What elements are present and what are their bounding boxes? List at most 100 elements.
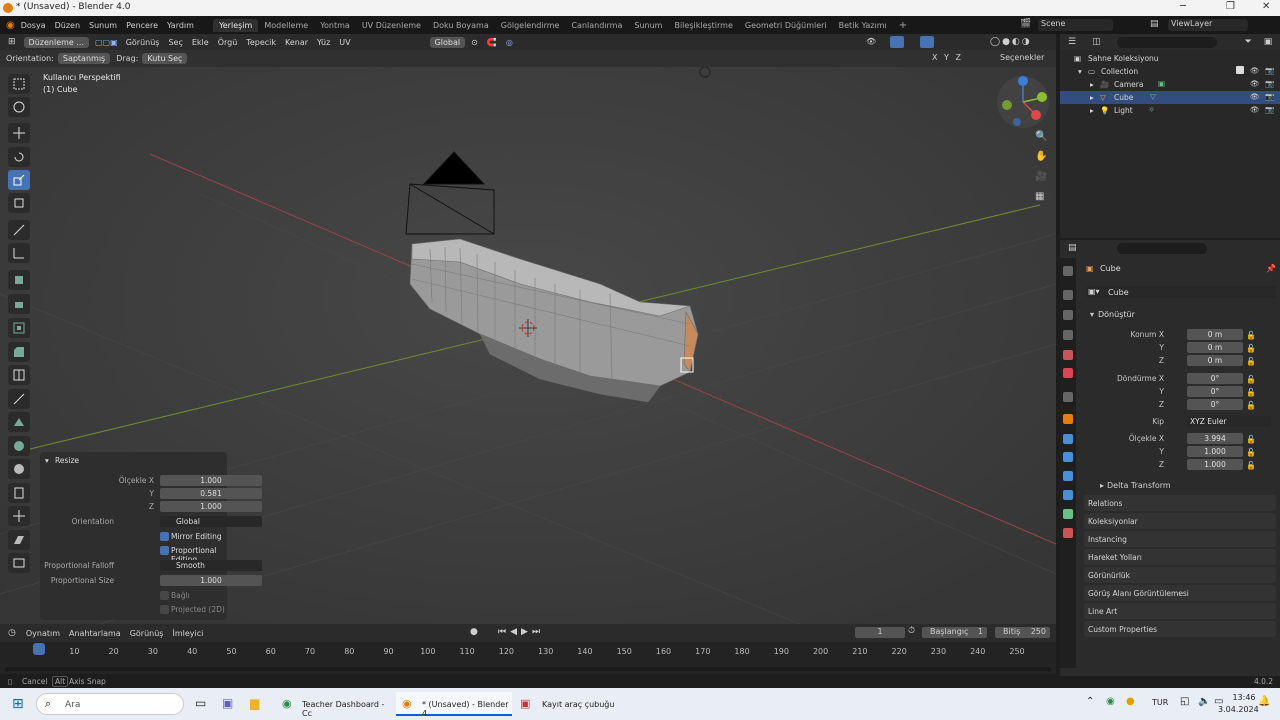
- outliner-item-light[interactable]: ▸ 💡 Light ☼ 👁 📷: [1060, 104, 1280, 117]
- location-y-field[interactable]: 0 m: [1187, 342, 1243, 353]
- tab-shading[interactable]: Gölgelendirme: [495, 19, 566, 32]
- menu-timeline-view[interactable]: Görünüş: [130, 629, 164, 638]
- rotation-x-field[interactable]: 0°: [1187, 373, 1243, 384]
- tool-spin[interactable]: [8, 436, 30, 456]
- tab-animation[interactable]: Canlandırma: [565, 19, 628, 32]
- render-camera-icon[interactable]: 📷: [1265, 92, 1274, 101]
- tool-extrude[interactable]: [8, 294, 30, 314]
- chevron-right-icon[interactable]: ▸: [1090, 93, 1094, 102]
- view-layer-selector[interactable]: ViewLayer: [1168, 19, 1248, 31]
- windows-start-icon[interactable]: ⊞: [12, 696, 24, 712]
- pivot-icon[interactable]: ⊙: [471, 38, 478, 47]
- language-indicator[interactable]: TUR: [1152, 698, 1168, 707]
- tool-move[interactable]: [8, 123, 30, 143]
- tab-geometry-nodes[interactable]: Geometri Düğümleri: [739, 19, 833, 32]
- menu-help[interactable]: Yardım: [167, 21, 194, 30]
- scene-selector[interactable]: Scene: [1038, 19, 1113, 31]
- end-frame-field[interactable]: Bitiş 250: [995, 627, 1050, 638]
- filter-icon[interactable]: ⏷: [1245, 37, 1252, 47]
- delta-transform-section[interactable]: Delta Transform: [1107, 481, 1171, 490]
- select-mode-icons[interactable]: ▢▢▣: [95, 38, 118, 47]
- mode-selector[interactable]: Düzenleme ...: [23, 36, 89, 48]
- outliner-scene-collection[interactable]: ▣ Sahne Koleksiyonu: [1060, 52, 1280, 65]
- transform-orientation-selector[interactable]: Global: [429, 36, 466, 48]
- clock-date[interactable]: 3.04.2024: [1218, 705, 1259, 714]
- start-frame-field[interactable]: Başlangıç 1: [922, 627, 987, 638]
- chevron-right-icon[interactable]: ▸: [1090, 80, 1094, 89]
- tool-poly-build[interactable]: [8, 412, 30, 432]
- taskbar-app-blender[interactable]: ◉ * (Unsaved) - Blender 4.: [396, 692, 512, 718]
- view-layer-icon[interactable]: ▤: [1150, 19, 1159, 29]
- menu-marker[interactable]: İmleyici: [172, 629, 203, 638]
- mirror-editing-checkbox[interactable]: [160, 532, 169, 541]
- output-tab-icon[interactable]: [1063, 310, 1073, 320]
- object-name-field[interactable]: ▣▾ Cube: [1086, 286, 1276, 298]
- menu-keying[interactable]: Anahtarlama: [69, 629, 121, 638]
- mirror-axes[interactable]: X Y Z: [932, 53, 963, 62]
- tool-add-cube[interactable]: [8, 270, 30, 290]
- object-tab-icon[interactable]: [1063, 414, 1073, 424]
- material-tab-icon[interactable]: [1063, 528, 1073, 538]
- eye-icon[interactable]: 👁: [1250, 66, 1260, 75]
- zoom-icon[interactable]: 🔍: [1035, 131, 1047, 142]
- rotation-z-field[interactable]: 0°: [1187, 399, 1243, 410]
- scene-tab-icon[interactable]: [1063, 350, 1073, 360]
- visibility-icon[interactable]: 👁: [866, 37, 876, 46]
- particles-tab-icon[interactable]: [1063, 452, 1073, 462]
- proportional-size-field[interactable]: 1.000: [160, 575, 262, 586]
- volume-icon[interactable]: 🔈: [1198, 696, 1210, 707]
- tool-measure[interactable]: [8, 243, 30, 263]
- record-icon[interactable]: ●: [470, 627, 478, 637]
- tool-edge-slide[interactable]: [8, 483, 30, 503]
- gizmo-toggle-icon[interactable]: [890, 36, 904, 48]
- menu-window[interactable]: Pencere: [126, 21, 158, 30]
- mesh-data-icon[interactable]: ▽: [1150, 92, 1156, 101]
- scale-lock-icons[interactable]: 🔓 🔓 🔓: [1246, 433, 1256, 472]
- options-dropdown[interactable]: Seçenekler: [1000, 53, 1044, 62]
- eye-icon[interactable]: 👁: [1250, 92, 1260, 101]
- add-workspace-icon[interactable]: +: [893, 18, 913, 33]
- current-frame-field[interactable]: 1: [855, 627, 905, 638]
- pan-hand-icon[interactable]: ✋: [1035, 151, 1047, 162]
- 3d-viewport[interactable]: ⊞ Düzenleme ... ▢▢▣ Görünüş Seç Ekle Örg…: [0, 34, 1056, 624]
- rotation-lock-icons[interactable]: 🔓 🔓 🔓: [1246, 373, 1256, 412]
- camera-view-icon[interactable]: 🎥: [1035, 171, 1047, 182]
- file-explorer-icon[interactable]: ▆: [250, 696, 259, 710]
- tab-texture-paint[interactable]: Doku Boyama: [427, 19, 495, 32]
- view-layer-tab-icon[interactable]: [1063, 330, 1073, 340]
- tool-loop-cut[interactable]: [8, 365, 30, 385]
- tab-scripting[interactable]: Betik Yazımı: [833, 19, 893, 32]
- taskbar-app-chrome[interactable]: ◉ Teacher Dashboard - Cc: [278, 692, 390, 718]
- menu-vertex[interactable]: Tepecik: [246, 38, 276, 47]
- panel-collapse-icon[interactable]: ▾: [45, 456, 49, 465]
- editor-type-icon[interactable]: ⊞: [8, 37, 16, 47]
- tab-layout[interactable]: Yerleşim: [212, 18, 259, 32]
- grid-view-icon[interactable]: ▦: [1035, 191, 1044, 202]
- menu-uv[interactable]: UV: [339, 38, 350, 47]
- outliner-item-camera[interactable]: ▸ 🎥 Camera ▣ 👁 📷: [1060, 78, 1280, 91]
- scale-x-field[interactable]: 3.994: [1187, 433, 1243, 444]
- outliner-item-cube[interactable]: ▸ ▽ Cube ▽ 👁 📷: [1060, 91, 1280, 104]
- menu-edge[interactable]: Kenar: [285, 38, 308, 47]
- teams-icon[interactable]: ▣: [222, 696, 233, 710]
- chevron-right-icon[interactable]: ▸: [1090, 106, 1094, 115]
- transform-chevron-icon[interactable]: ▾: [1090, 310, 1094, 319]
- tab-sculpting[interactable]: Yontma: [314, 19, 356, 32]
- menu-view[interactable]: Görünüş: [126, 38, 160, 47]
- tool-tab-icon[interactable]: [1063, 266, 1073, 276]
- light-data-icon[interactable]: ☼: [1148, 105, 1155, 114]
- blender-menu-icon[interactable]: ◉: [6, 20, 15, 31]
- menu-render[interactable]: Sunum: [89, 21, 117, 30]
- tool-annotate[interactable]: [8, 220, 30, 240]
- minimize-icon[interactable]: ─: [1180, 1, 1186, 12]
- render-camera-icon[interactable]: 📷: [1265, 105, 1274, 114]
- new-collection-icon[interactable]: ▣: [1264, 37, 1273, 47]
- snap-icon[interactable]: 🧲: [487, 38, 497, 47]
- task-view-icon[interactable]: ▭: [195, 696, 206, 710]
- taskbar-app-recorder[interactable]: ▣ Kayıt araç çubuğu: [516, 692, 616, 716]
- scale-z-field[interactable]: 1.000: [1187, 459, 1243, 470]
- tool-inset[interactable]: [8, 318, 30, 338]
- maximize-icon[interactable]: ❐: [1226, 1, 1235, 12]
- menu-file[interactable]: Dosya: [21, 21, 46, 30]
- timeline-ruler[interactable]: 1102030405060708090100110120130140150160…: [0, 642, 1056, 664]
